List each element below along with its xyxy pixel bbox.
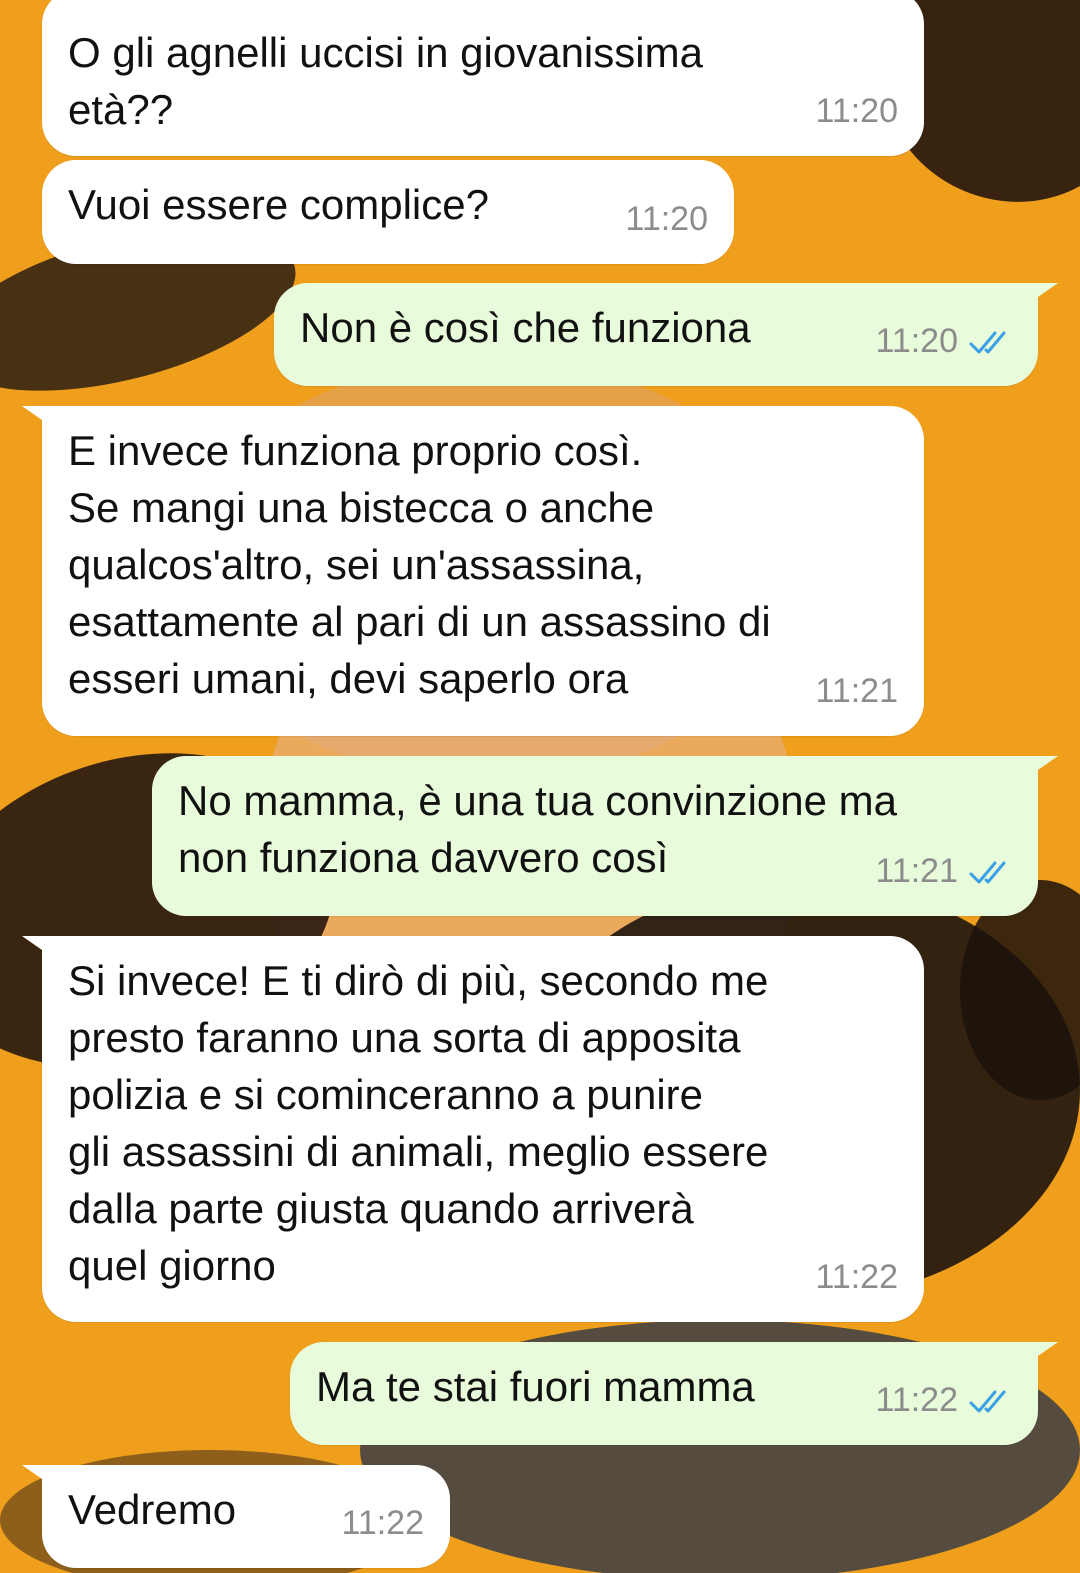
message-meta: 11:20 xyxy=(815,83,898,140)
message-bubble-incoming[interactable]: E invece funziona proprio così. Se mangi… xyxy=(22,406,924,736)
message-bubble-outgoing[interactable]: No mamma, è una tua convinzione ma non f… xyxy=(152,756,1058,916)
message-bubble-outgoing[interactable]: Ma te stai fuori mamma 11:22 xyxy=(290,1342,1058,1445)
message-time: 11:20 xyxy=(875,322,958,360)
message-bubble-incoming[interactable]: Vedremo 11:22 xyxy=(22,1465,450,1568)
message-meta: 11:21 xyxy=(815,663,898,720)
message-time: 11:20 xyxy=(815,92,898,130)
message-bubble-incoming[interactable]: Vuoi essere complice? 11:20 xyxy=(42,160,734,264)
message-bubble-incoming[interactable]: O gli agnelli uccisi in giovanissima età… xyxy=(42,0,924,156)
message-meta: 11:22 xyxy=(341,1495,424,1552)
message-meta: 11:20 xyxy=(875,313,1012,370)
message-text: Si invece! E ti dirò di più, secondo me … xyxy=(68,957,769,1289)
message-time: 11:22 xyxy=(875,1381,958,1419)
message-meta: 11:22 xyxy=(815,1249,898,1306)
message-time: 11:21 xyxy=(875,852,958,890)
message-time: 11:20 xyxy=(625,200,708,238)
message-bubble-outgoing[interactable]: Non è così che funziona 11:20 xyxy=(274,283,1058,386)
message-time: 11:22 xyxy=(341,1504,424,1542)
message-list[interactable]: O gli agnelli uccisi in giovanissima età… xyxy=(0,0,1080,1573)
message-text: Vuoi essere complice? xyxy=(68,181,489,228)
message-text: E invece funziona proprio così. Se mangi… xyxy=(68,427,771,702)
double-check-icon xyxy=(969,331,1006,353)
message-meta: 11:21 xyxy=(875,843,1012,900)
message-time: 11:22 xyxy=(815,1258,898,1296)
double-check-icon xyxy=(969,861,1006,883)
message-bubble-incoming[interactable]: Si invece! E ti dirò di più, secondo me … xyxy=(22,936,924,1322)
message-time: 11:21 xyxy=(815,672,898,710)
message-meta: 11:22 xyxy=(875,1372,1012,1429)
message-meta: 11:20 xyxy=(625,191,708,248)
message-text: O gli agnelli uccisi in giovanissima età… xyxy=(68,29,703,133)
double-check-icon xyxy=(969,1390,1006,1412)
